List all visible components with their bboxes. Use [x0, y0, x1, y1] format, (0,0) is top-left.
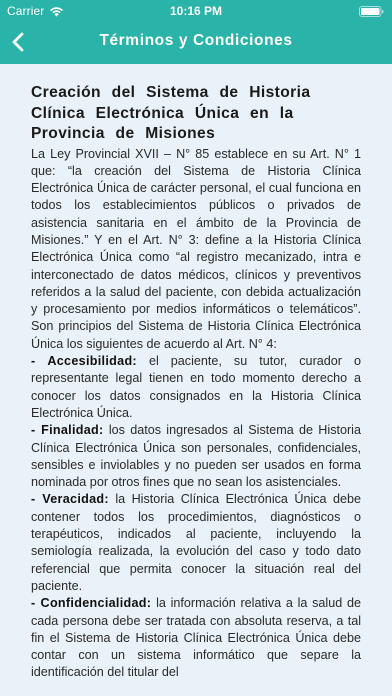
status-time: 10:16 PM [169, 4, 223, 18]
principle-term: - Finalidad: [31, 423, 104, 438]
battery-icon [359, 6, 384, 17]
principle-term: - Confidencialidad: [31, 596, 152, 611]
document-title-line: Clínica Electrónica Única en la [31, 104, 294, 122]
page-title: Términos y Condiciones [99, 32, 293, 49]
principle-term: - Accesibilidad: [31, 354, 137, 369]
document-title: Creación del Sistema de Historia Clínica… [31, 83, 361, 145]
principle-accesibilidad: - Accesibilidad: el paciente, su tutor, … [31, 353, 361, 422]
terms-content: Creación del Sistema de Historia Clínica… [31, 83, 361, 682]
navigation-bar: Términos y Condiciones [0, 22, 392, 62]
principle-finalidad: - Finalidad: los datos ingresados al Sis… [31, 422, 361, 491]
principle-confidencialidad: - Confidencialidad: la información relat… [31, 595, 361, 681]
principle-term: - Veracidad: [31, 492, 109, 507]
principle-text: la Historia Clínica Electrónica Única de… [31, 492, 361, 593]
app-header: Carrier 10:16 PM Términos y Condiciones [0, 0, 392, 64]
document-title-line: Creación del Sistema de Historia [31, 84, 311, 101]
document-title-line: Provincia de Misiones [31, 125, 216, 142]
principle-veracidad: - Veracidad: la Historia Clínica Electró… [31, 491, 361, 595]
document-intro: La Ley Provincial XVII – N° 85 establece… [31, 146, 361, 351]
status-bar: Carrier 10:16 PM [0, 0, 392, 22]
